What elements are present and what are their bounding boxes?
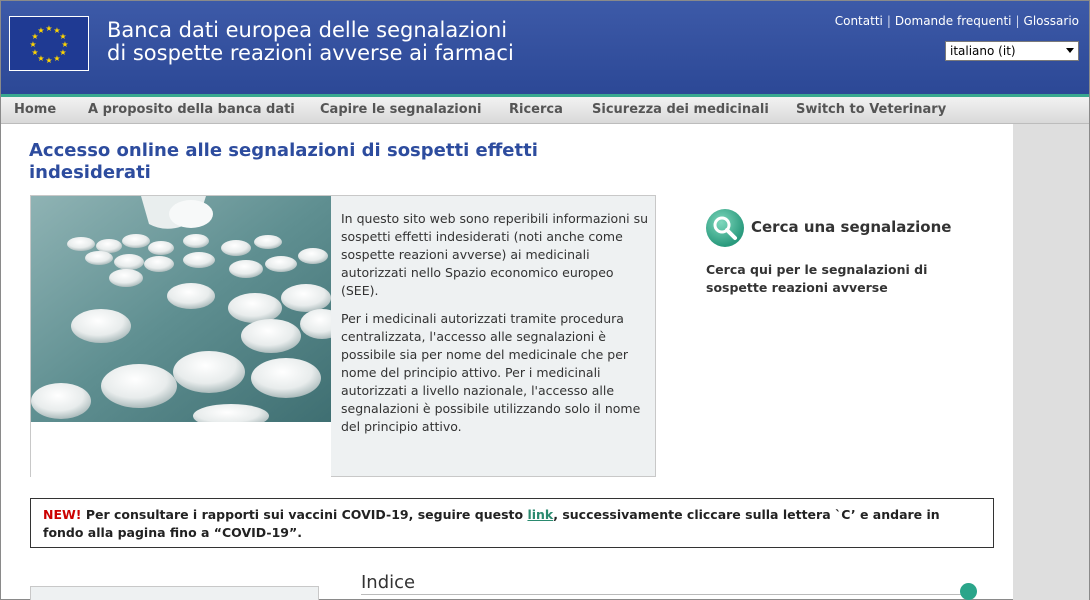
site-title-line2: di sospette reazioni avverse ai farmaci	[107, 41, 514, 65]
pills-image	[31, 196, 331, 422]
glossario-link[interactable]: Glossario	[1024, 14, 1079, 28]
svg-text:★: ★	[45, 56, 52, 65]
site-header: ★ ★ ★ ★ ★ ★ ★ ★ ★ ★ ★ ★ Banca dati europ…	[1, 1, 1089, 94]
svg-text:★: ★	[45, 24, 52, 33]
top-links: Contatti | Domande frequenti | Glossario	[835, 14, 1079, 28]
svg-text:★: ★	[53, 54, 60, 63]
language-select[interactable]: italiano (it)	[945, 41, 1079, 61]
index-divider	[361, 594, 961, 595]
nav-item-search[interactable]: Ricerca	[509, 102, 563, 117]
separator: |	[1015, 14, 1020, 28]
nav-item-understanding[interactable]: Capire le segnalazioni	[320, 102, 481, 117]
page-title: Accesso online alle segnalazioni di sosp…	[29, 140, 538, 183]
svg-text:★: ★	[29, 40, 36, 49]
intro-box: In questo sito web sono reperibili infor…	[30, 195, 656, 477]
intro-text: In questo sito web sono reperibili infor…	[341, 210, 653, 446]
notice-text-before: Per consultare i rapporti sui vaccini CO…	[81, 507, 528, 522]
intro-paragraph-2: Per i medicinali autorizzati tramite pro…	[341, 311, 641, 434]
site-title: Banca dati europea delle segnalazioni di…	[107, 19, 514, 65]
search-report-title[interactable]: Cerca una segnalazione	[751, 218, 951, 236]
nav-item-safety[interactable]: Sicurezza dei medicinali	[592, 102, 769, 117]
main-nav: Home A proposito della banca dati Capire…	[1, 97, 1089, 124]
nav-item-home[interactable]: Home	[14, 102, 56, 117]
intro-paragraph-1: In questo sito web sono reperibili infor…	[341, 211, 649, 298]
magnifier-icon	[706, 209, 744, 247]
faq-link[interactable]: Domande frequenti	[895, 14, 1012, 28]
chevron-down-icon	[1066, 48, 1074, 53]
svg-text:★: ★	[31, 48, 38, 57]
image-spacer	[31, 422, 331, 477]
covid-link[interactable]: link	[527, 507, 553, 522]
contatti-link[interactable]: Contatti	[835, 14, 883, 28]
expand-dot-icon[interactable]	[960, 583, 977, 600]
covid-notice: NEW! Per consultare i rapporti sui vacci…	[30, 498, 994, 548]
new-label: NEW!	[43, 507, 82, 522]
nav-item-about[interactable]: A proposito della banca dati	[88, 102, 295, 117]
language-value: italiano (it)	[950, 44, 1016, 58]
search-report-description: Cerca qui per le segnalazioni di sospett…	[706, 262, 928, 295]
index-title: Indice	[361, 572, 416, 593]
svg-text:★: ★	[37, 26, 44, 35]
left-panel	[30, 586, 319, 600]
eu-flag-logo[interactable]: ★ ★ ★ ★ ★ ★ ★ ★ ★ ★ ★ ★	[9, 16, 89, 71]
separator: |	[886, 14, 891, 28]
right-sidebar-gutter	[1013, 124, 1089, 600]
nav-item-veterinary[interactable]: Switch to Veterinary	[796, 102, 946, 117]
site-title-line1: Banca dati europea delle segnalazioni	[107, 18, 508, 42]
